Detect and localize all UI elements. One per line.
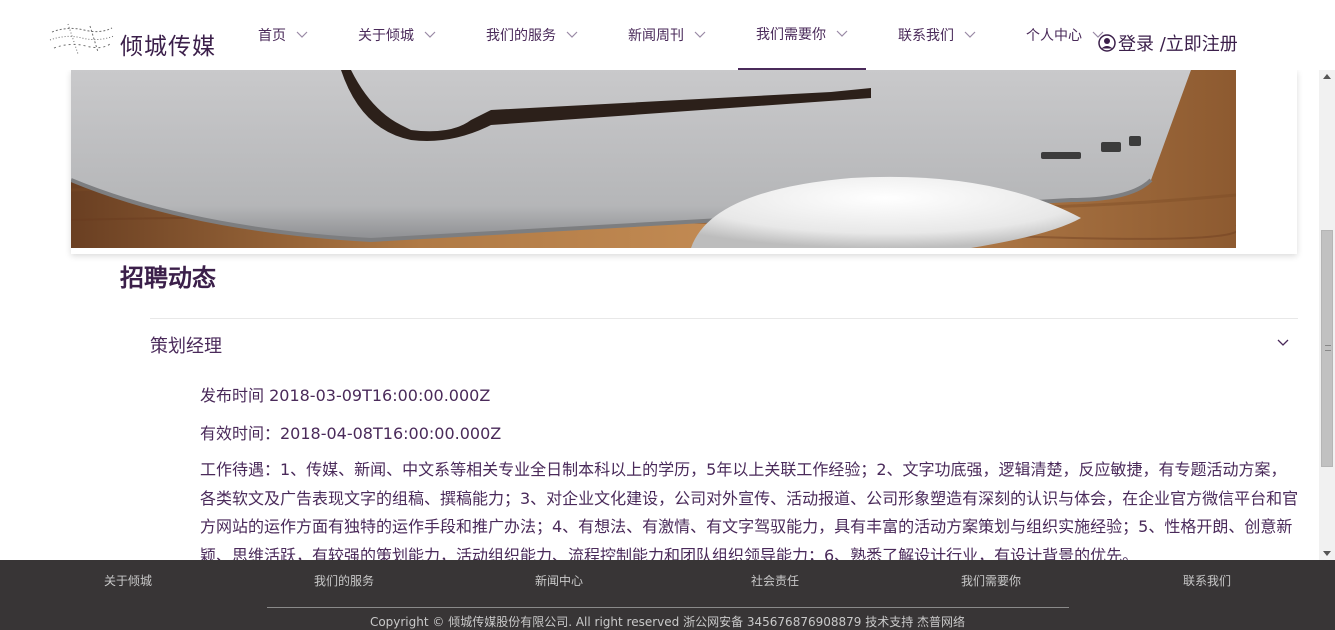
job-valid-time: 有效时间：2018-04-08T16:00:00.000Z xyxy=(200,424,502,443)
footer-divider xyxy=(267,607,1069,608)
chevron-down-icon xyxy=(836,30,848,37)
banner-image xyxy=(71,70,1236,248)
scroll-down-arrow-icon[interactable] xyxy=(1323,551,1331,556)
nav-item-contact[interactable]: 联系我们 xyxy=(880,0,994,70)
site-header: 倾城传媒 首页 关于倾城 我们的服务 新闻周刊 我们需要你 联系我们 个人中心 xyxy=(0,0,1335,70)
footer-links: 关于倾城 我们的服务 新闻中心 社会责任 我们需要你 联系我们 xyxy=(0,572,1335,592)
nav-item-services[interactable]: 我们的服务 xyxy=(468,0,596,70)
job-title[interactable]: 策划经理 xyxy=(150,332,222,358)
chevron-down-icon xyxy=(296,31,308,38)
banner-card xyxy=(71,70,1297,254)
scrollbar-grip-icon xyxy=(1325,345,1331,351)
nav-item-label: 关于倾城 xyxy=(358,28,414,44)
login-register-link[interactable]: 登录 /立即注册 xyxy=(1098,30,1238,56)
main-nav: 首页 关于倾城 我们的服务 新闻周刊 我们需要你 联系我们 个人中心 xyxy=(240,0,1122,70)
user-circle-icon xyxy=(1098,34,1116,52)
scroll-up-arrow-icon[interactable] xyxy=(1323,74,1331,79)
section-title: 招聘动态 xyxy=(120,264,216,292)
nav-item-label: 个人中心 xyxy=(1026,28,1082,44)
nav-item-label: 我们需要你 xyxy=(756,27,826,43)
footer-link-news[interactable]: 新闻中心 xyxy=(535,572,583,589)
chevron-down-icon[interactable] xyxy=(1277,339,1289,347)
page-scrollbar[interactable] xyxy=(1319,70,1335,560)
login-register-label: 登录 /立即注册 xyxy=(1118,34,1238,55)
nav-item-about[interactable]: 关于倾城 xyxy=(340,0,454,70)
job-publish-time: 发布时间 2018-03-09T16:00:00.000Z xyxy=(200,386,491,405)
chevron-down-icon xyxy=(694,31,706,38)
nav-item-label: 联系我们 xyxy=(898,28,954,44)
nav-item-label: 首页 xyxy=(258,28,286,44)
site-footer: 关于倾城 我们的服务 新闻中心 社会责任 我们需要你 联系我们 Copyrigh… xyxy=(0,560,1335,630)
logo-text[interactable]: 倾城传媒 xyxy=(120,27,216,61)
nav-item-label: 新闻周刊 xyxy=(628,28,684,44)
job-description: 工作待遇：1、传媒、新闻、中文系等相关专业全日制本科以上的学历，5年以上关联工作… xyxy=(200,460,1299,560)
divider xyxy=(150,318,1298,319)
nav-item-careers[interactable]: 我们需要你 xyxy=(738,0,866,70)
footer-link-careers[interactable]: 我们需要你 xyxy=(961,572,1021,589)
chevron-down-icon xyxy=(964,31,976,38)
nav-item-label: 我们的服务 xyxy=(486,28,556,44)
chevron-down-icon xyxy=(566,31,578,38)
logo-icon[interactable] xyxy=(48,22,116,58)
footer-link-responsibility[interactable]: 社会责任 xyxy=(751,572,799,589)
scrollbar-thumb[interactable] xyxy=(1321,230,1333,467)
chevron-down-icon xyxy=(424,31,436,38)
footer-link-about[interactable]: 关于倾城 xyxy=(104,572,152,589)
nav-item-news[interactable]: 新闻周刊 xyxy=(610,0,724,70)
copyright-text: Copyright © 倾城传媒股份有限公司. All right reserv… xyxy=(369,615,966,629)
footer-link-services[interactable]: 我们的服务 xyxy=(314,572,374,589)
nav-item-home[interactable]: 首页 xyxy=(240,0,326,70)
footer-link-contact[interactable]: 联系我们 xyxy=(1183,572,1231,589)
